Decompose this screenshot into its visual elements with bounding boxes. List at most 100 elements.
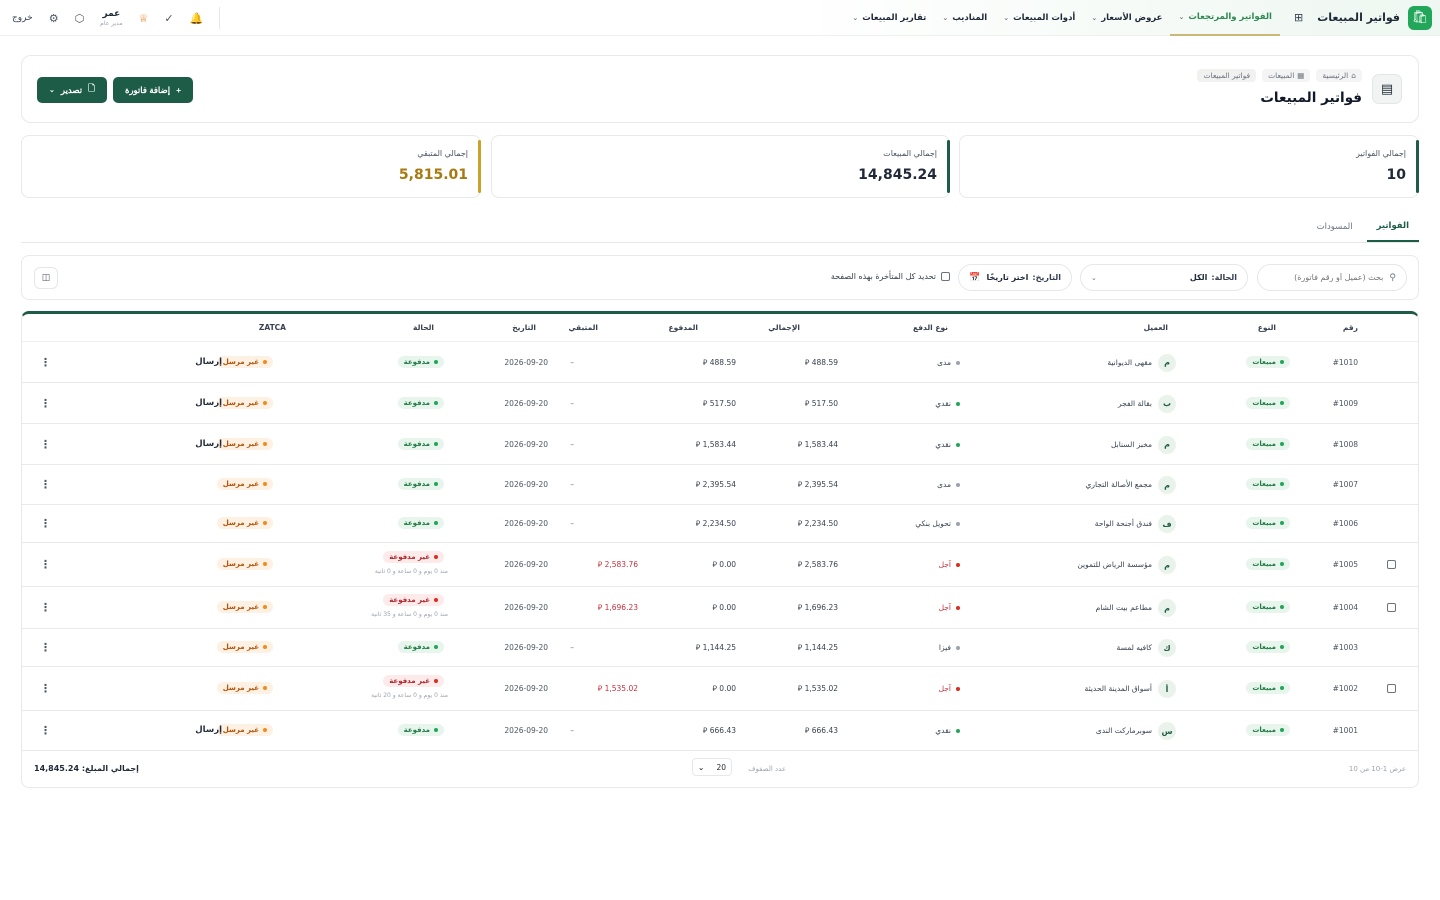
send-zatca-link[interactable]: إرسال [195, 357, 222, 367]
customer-name[interactable]: أسواق المدينة الحديثة [1085, 684, 1152, 693]
stat-total-invoices: إجمالي الفواتير 10 [959, 135, 1419, 198]
customer-name[interactable]: مطاعم بيت الشام [1096, 603, 1152, 612]
more-actions-icon[interactable]: ⋮ [40, 518, 51, 529]
more-actions-icon[interactable]: ⋮ [40, 479, 51, 490]
table-row[interactable]: #1003 مبيعات ك كافيه لمسة فيزا ⃁ 1,144.25 ⃁ 1,… [22, 629, 1418, 667]
apps-grid-icon[interactable]: ⊞ [1294, 11, 1303, 24]
more-actions-icon[interactable]: ⋮ [40, 398, 51, 409]
row-checkbox[interactable] [1387, 560, 1396, 569]
search-box[interactable]: ⚲ [1257, 264, 1407, 291]
columns-toggle-button[interactable]: ◫ [34, 267, 58, 289]
send-zatca-link[interactable]: إرسال [195, 398, 222, 408]
invoice-number[interactable]: #1002 [1333, 684, 1358, 693]
more-actions-icon[interactable]: ⋮ [40, 602, 51, 613]
select-late-checkbox[interactable]: تحديد كل المتأخرة بهذه الصفحة [831, 272, 950, 281]
invoice-number[interactable]: #1003 [1333, 643, 1358, 652]
more-actions-icon[interactable]: ⋮ [40, 725, 51, 736]
file-icon: 🗋 [88, 83, 95, 93]
invoice-number[interactable]: #1005 [1333, 560, 1358, 569]
customer-name[interactable]: فندق أجنحة الواحة [1095, 519, 1152, 528]
dot-icon [434, 598, 438, 602]
send-zatca-link[interactable]: إرسال [195, 725, 222, 735]
notification-bell-icon[interactable]: 🔔 [190, 12, 204, 25]
table-row[interactable]: #1005 مبيعات م مؤسسة الرياض للتموين آجل ⃁ 2,5… [22, 543, 1418, 587]
invoice-number[interactable]: #1009 [1333, 399, 1358, 408]
more-actions-icon[interactable]: ⋮ [40, 683, 51, 694]
more-actions-icon[interactable]: ⋮ [40, 439, 51, 450]
search-input[interactable] [1273, 273, 1384, 282]
stat-label: إجمالي الفواتير [1356, 149, 1406, 158]
nav-item-1[interactable]: عروض الأسعار ⌄ [1083, 0, 1170, 36]
export-button[interactable]: 🗋 تصدير ⌄ [37, 77, 107, 103]
shield-icon[interactable]: ⬡ [75, 12, 85, 25]
table-row[interactable]: #1007 مبيعات م مجمع الأصالة التجاري مدى ⃁ 2,3… [22, 465, 1418, 505]
table-row[interactable]: #1010 مبيعات م مقهى الديوانية مدى ⃁ 488.59 ⃁ 4… [22, 342, 1418, 383]
checkbox[interactable] [941, 272, 950, 281]
dot-icon [1280, 728, 1284, 732]
crown-icon[interactable]: ♕ [139, 12, 149, 25]
invoice-number[interactable]: #1004 [1333, 603, 1358, 612]
check-icon[interactable]: ✓ [164, 12, 173, 25]
nav-item-0[interactable]: الفواتير والمرتجعات ⌄ [1170, 0, 1280, 36]
invoice-number[interactable]: #1006 [1333, 519, 1358, 528]
export-label: تصدير [60, 84, 83, 95]
invoice-number[interactable]: #1001 [1333, 726, 1358, 735]
customer-name[interactable]: سوبرماركت الندى [1096, 726, 1152, 735]
customer-avatar: س [1158, 722, 1176, 740]
top-navbar: 🛍 فواتير المبيعات ⊞ الفواتير والمرتجعات ⌄… [0, 0, 1440, 36]
total-amount: ⃁ 2,395.54 [798, 480, 838, 490]
customer-name[interactable]: مجمع الأصالة التجاري [1085, 480, 1152, 489]
total-value: 1,696.23 [804, 603, 838, 612]
more-actions-icon[interactable]: ⋮ [40, 559, 51, 570]
add-invoice-button[interactable]: + إضافة فاتورة [112, 77, 194, 103]
status-filter[interactable]: الحالة: الكل ⌄ [1080, 264, 1248, 291]
overdue-note: منذ 0 يوم و 0 ساعة و 20 ثانية [371, 692, 448, 699]
rows-per-page-select[interactable]: 20 ⌄ [692, 758, 732, 776]
total-amount-label: إجمالي المبلغ: [81, 764, 139, 773]
currency-icon: ⃁ [797, 560, 803, 569]
brand[interactable]: 🛍 فواتير المبيعات [1317, 5, 1440, 30]
payment-type-label: آجل [938, 684, 951, 693]
customer-name[interactable]: مؤسسة الرياض للتموين [1077, 560, 1152, 569]
settings-icon[interactable]: ⚙ [49, 12, 59, 25]
table-row[interactable]: #1004 مبيعات م مطاعم بيت الشام آجل ⃁ 1,696.23… [22, 587, 1418, 629]
currency-icon: ⃁ [597, 560, 603, 569]
nav-item-4[interactable]: تقارير المبيعات ⌄ [844, 0, 934, 36]
customer-name[interactable]: بقالة الفجر [1118, 399, 1152, 408]
tab-drafts[interactable]: المسودات [1307, 212, 1363, 242]
currency-icon: ⃁ [597, 684, 603, 693]
nav-item-3[interactable]: المناديب ⌄ [934, 0, 995, 36]
table-row[interactable]: #1008 مبيعات م مخبز السنابل نقدي ⃁ 1,583.44 ⃁ … [22, 424, 1418, 465]
customer-name[interactable]: مقهى الديوانية [1107, 358, 1152, 367]
more-actions-icon[interactable]: ⋮ [40, 357, 51, 368]
more-actions-icon[interactable]: ⋮ [40, 642, 51, 653]
row-checkbox[interactable] [1387, 603, 1396, 612]
tab-invoices[interactable]: الفواتير [1366, 212, 1419, 242]
zatca-badge: غير مرسل [216, 682, 273, 694]
customer-name[interactable]: مخبز السنابل [1111, 440, 1152, 449]
breadcrumb-sales[interactable]: ▦ المبيعات [1262, 69, 1311, 82]
nav-item-2[interactable]: أدوات المبيعات ⌄ [995, 0, 1083, 36]
breadcrumb-home[interactable]: ⌂ الرئيسية [1316, 69, 1362, 82]
invoice-number[interactable]: #1008 [1333, 440, 1358, 449]
zatca-badge: غير مرسل [216, 396, 273, 409]
customer-name[interactable]: كافيه لمسة [1117, 643, 1152, 652]
table-row[interactable]: #1006 مبيعات ف فندق أجنحة الواحة تحويل بنكي ⃁… [22, 505, 1418, 543]
total-amount: ⃁ 2,234.50 [798, 519, 838, 529]
table-row[interactable]: #1009 مبيعات ب بقالة الفجر نقدي ⃁ 517.50 ⃁ 517… [22, 383, 1418, 424]
send-zatca-link[interactable]: إرسال [195, 439, 222, 449]
table-row[interactable]: #1001 مبيعات س سوبرماركت الندى نقدي ⃁ 666.43 ⃁… [22, 711, 1418, 751]
invoice-number[interactable]: #1007 [1333, 480, 1358, 489]
table-row[interactable]: #1002 مبيعات أ أسواق المدينة الحديثة آجل ⃁ 1,… [22, 667, 1418, 711]
paid-value: 1,144.25 [702, 643, 736, 652]
date-filter[interactable]: التاريخ: اختر تاريخًا 📅 [958, 264, 1072, 291]
chevron-down-icon: ⌄ [49, 87, 55, 94]
remaining-amount: ⃁ 2,583.76 [598, 560, 638, 570]
row-checkbox[interactable] [1387, 684, 1396, 693]
invoice-number[interactable]: #1010 [1333, 358, 1358, 367]
user-profile[interactable]: عمر مدير عام [100, 9, 122, 27]
logout-link[interactable]: خروج [12, 13, 33, 23]
currency-icon: ⃁ [597, 603, 603, 612]
currency-icon: ⃁ [804, 726, 810, 735]
status-badge: مدفوعة [397, 437, 444, 450]
